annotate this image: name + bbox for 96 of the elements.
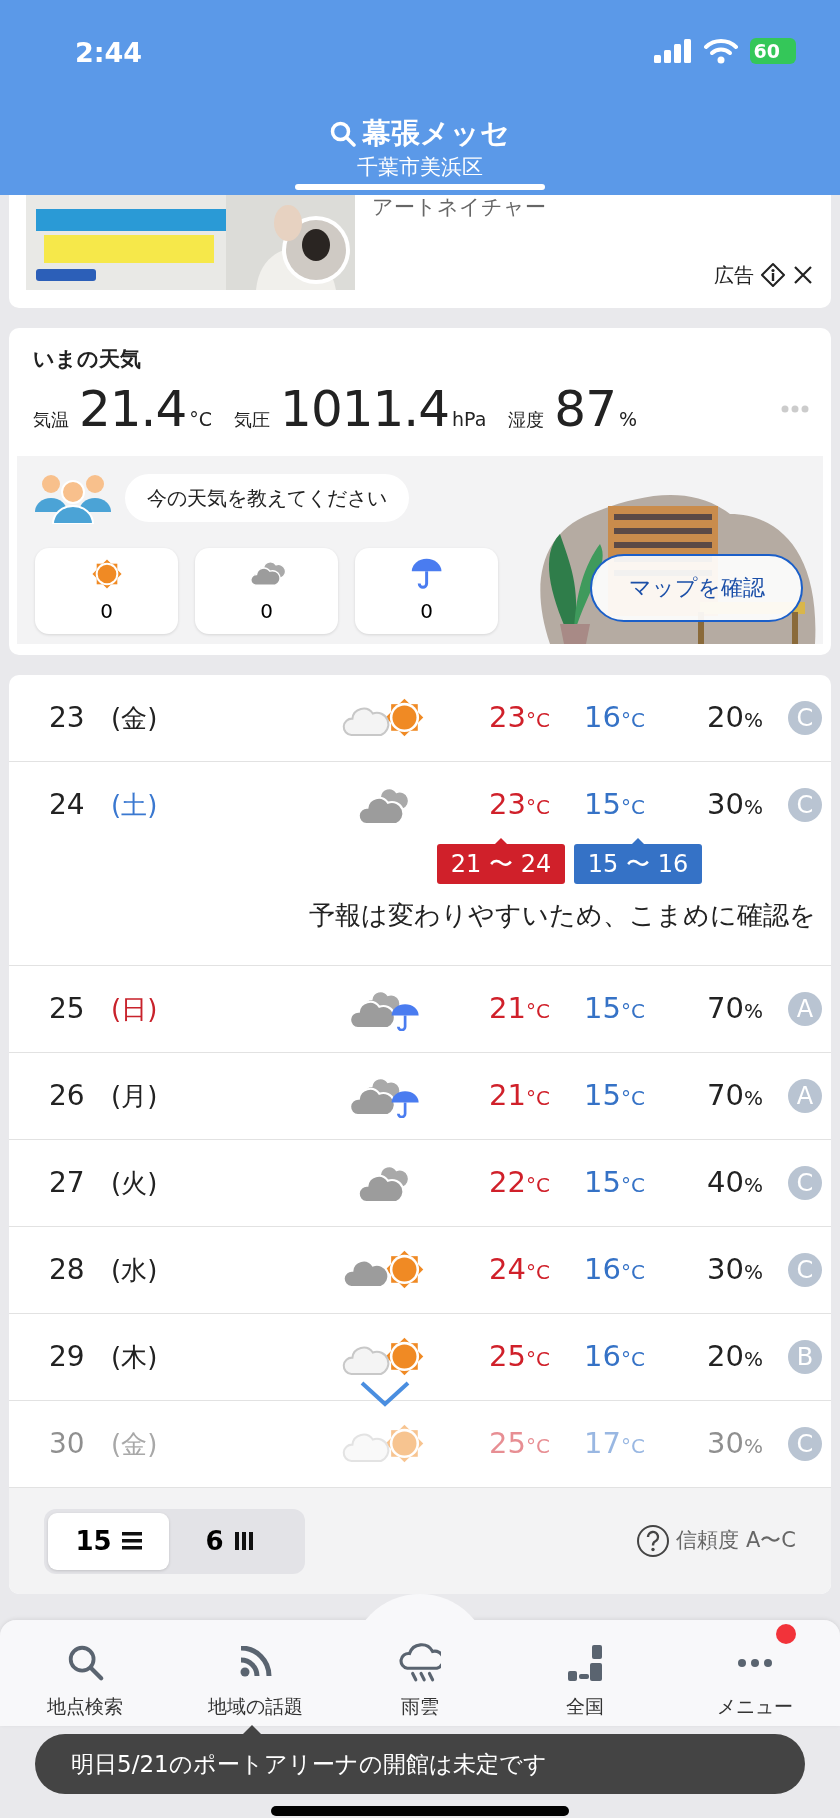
high-temperature: 22°C <box>488 1164 551 1202</box>
map-button[interactable]: マップを確認 <box>590 553 803 622</box>
date-text: 25 <box>49 991 86 1027</box>
toast-pointer <box>243 1725 261 1734</box>
chevron-down-icon[interactable] <box>359 1380 411 1408</box>
more-icon <box>737 1657 773 1668</box>
low-temperature: 16°C <box>584 1251 646 1289</box>
temperature-range: 15 〜 16 <box>574 844 702 884</box>
weekday-text: (水) <box>111 1253 159 1287</box>
reliability-badge: C <box>788 701 822 735</box>
help-icon[interactable] <box>636 1524 671 1558</box>
report-button[interactable]: 0 <box>35 547 178 634</box>
low-temperature: 15°C <box>584 1164 646 1202</box>
precipitation-chance: 40% <box>707 1164 764 1202</box>
low-temperature: 15°C <box>584 786 646 824</box>
toast-message: 明日5/21のポートアリーナの開館は未定です <box>35 1734 805 1794</box>
low-temperature: 16°C <box>584 699 646 737</box>
ad-label: 広告 <box>714 262 754 289</box>
view-tab[interactable]: 15 <box>48 1512 169 1570</box>
tab-bar-item[interactable]: 地点検索 <box>10 1620 160 1726</box>
date-text: 26 <box>49 1078 86 1114</box>
high-temperature: 25°C <box>488 1425 551 1463</box>
temperature-range: 21 〜 24 <box>437 844 565 884</box>
high-temperature: 24°C <box>488 1251 551 1289</box>
reading-unit: % <box>619 406 638 432</box>
map-blocks-icon <box>567 1643 603 1682</box>
reliability-badge: C <box>788 1427 822 1461</box>
date-text: 24 <box>49 787 86 823</box>
reading-unit: °C <box>189 406 213 432</box>
search-icon <box>330 120 356 147</box>
high-temperature: 23°C <box>488 699 551 737</box>
speech-bubble: 今の天気を教えてください <box>125 473 409 522</box>
signal-icon <box>653 39 692 63</box>
high-temperature: 21°C <box>488 1077 551 1115</box>
reading-value: 1011.4 <box>280 381 450 436</box>
tab-bar-item[interactable]: 地域の話題 <box>180 1620 330 1726</box>
reading-value: 21.4 <box>79 381 187 436</box>
location-subtitle: 千葉市美浜区 <box>356 154 484 181</box>
status-time: 2:44 <box>75 36 143 70</box>
info-icon[interactable] <box>760 262 786 288</box>
battery-level: 60 <box>749 38 796 64</box>
date-text: 23 <box>49 700 86 736</box>
precipitation-chance: 70% <box>707 1077 764 1115</box>
low-temperature: 15°C <box>584 1077 646 1115</box>
list-icon <box>121 1530 142 1552</box>
reading-label: 気温 <box>33 407 69 432</box>
weekday-text: (日) <box>111 992 159 1026</box>
notification-dot <box>776 1624 796 1644</box>
reading-unit: hPa <box>452 406 487 432</box>
reading-value: 87 <box>554 381 616 436</box>
low-temperature: 17°C <box>584 1425 646 1463</box>
rain-cloud-icon <box>399 1642 441 1683</box>
reading-label: 湿度 <box>508 407 545 432</box>
date-text: 27 <box>49 1165 86 1201</box>
date-text: 29 <box>49 1339 86 1375</box>
advertiser-name: アートネイチャー <box>372 195 547 219</box>
reliability-badge: C <box>788 788 822 822</box>
columns-icon <box>233 1530 254 1552</box>
precipitation-chance: 20% <box>707 699 764 737</box>
reliability-help[interactable]: 信頼度 A〜C <box>676 1525 796 1557</box>
weekday-text: (月) <box>111 1079 159 1113</box>
report-button[interactable]: 0 <box>355 547 498 634</box>
date-text: 30 <box>49 1426 86 1462</box>
weekday-text: (土) <box>111 788 159 822</box>
range-pointer <box>632 838 644 844</box>
wifi-icon <box>703 38 738 64</box>
reliability-badge: B <box>788 1340 822 1374</box>
precipitation-chance: 30% <box>707 786 764 824</box>
weekday-text: (金) <box>111 1427 159 1461</box>
low-temperature: 15°C <box>584 990 646 1028</box>
precipitation-chance: 70% <box>707 990 764 1028</box>
weekday-text: (火) <box>111 1166 159 1200</box>
weekday-text: (金) <box>111 701 159 735</box>
forecast-note: 予報は変わりやすいため、こまめに確認を <box>308 899 817 932</box>
date-text: 28 <box>49 1252 86 1288</box>
high-temperature: 21°C <box>488 990 551 1028</box>
weekday-text: (木) <box>111 1340 159 1374</box>
high-temperature: 23°C <box>488 786 551 824</box>
range-pointer <box>495 838 507 844</box>
tab-bar-item[interactable]: メニュー <box>680 1620 830 1726</box>
reliability-badge: A <box>788 992 822 1026</box>
reliability-badge: A <box>788 1079 822 1113</box>
tab-bar-item[interactable]: 全国 <box>510 1620 660 1726</box>
high-temperature: 25°C <box>488 1338 551 1376</box>
reliability-badge: C <box>788 1253 822 1287</box>
precipitation-chance: 30% <box>707 1425 764 1463</box>
precipitation-chance: 20% <box>707 1338 764 1376</box>
tab-bar-item[interactable]: 雨雲 <box>350 1594 490 1726</box>
close-icon[interactable] <box>792 264 814 286</box>
reading-label: 気圧 <box>234 407 271 432</box>
reliability-badge: C <box>788 1166 822 1200</box>
report-button[interactable]: 0 <box>195 547 338 634</box>
low-temperature: 16°C <box>584 1338 646 1376</box>
view-tab[interactable]: 6 <box>169 1512 290 1570</box>
precipitation-chance: 30% <box>707 1251 764 1289</box>
section-title: いまの天気 <box>32 346 142 373</box>
